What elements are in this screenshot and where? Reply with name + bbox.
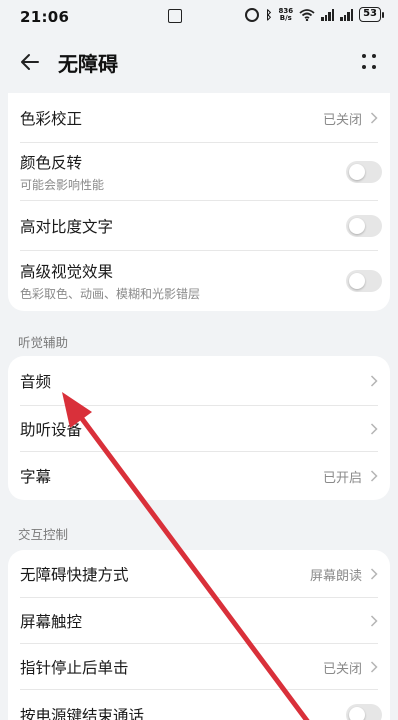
setting-audio[interactable]: 音频 bbox=[8, 356, 390, 406]
setting-label: 高级视觉效果 bbox=[20, 263, 114, 281]
setting-value: 已关闭 bbox=[322, 661, 362, 677]
signal-icon-1 bbox=[321, 8, 335, 21]
setting-subtitle: 色彩取色、动画、模糊和光影错层 bbox=[20, 287, 201, 301]
chevron-right-icon bbox=[370, 615, 378, 627]
setting-value: 已关闭 bbox=[322, 112, 362, 128]
interaction-settings-card: 无障碍快捷方式 屏幕朗读 屏幕触控 指针停止后单击 已关闭 按电源键结束通话 bbox=[8, 550, 390, 720]
setting-label: 按电源键结束通话 bbox=[20, 707, 145, 720]
setting-accessibility-shortcut[interactable]: 无障碍快捷方式 屏幕朗读 bbox=[8, 550, 390, 598]
setting-subtitles[interactable]: 字幕 已开启 bbox=[8, 452, 390, 500]
setting-label: 字幕 bbox=[20, 468, 52, 486]
setting-label: 屏幕触控 bbox=[20, 613, 83, 631]
setting-color-inversion[interactable]: 颜色反转 可能会影响性能 bbox=[8, 143, 390, 201]
setting-subtitle: 可能会影响性能 bbox=[20, 178, 105, 192]
battery-icon: 53 bbox=[359, 7, 384, 22]
high-contrast-toggle[interactable] bbox=[346, 215, 382, 237]
hearing-settings-card: 音频 助听设备 字幕 已开启 bbox=[8, 356, 390, 500]
chevron-right-icon bbox=[370, 470, 378, 482]
setting-value: 已开启 bbox=[322, 470, 362, 486]
setting-high-contrast-text[interactable]: 高对比度文字 bbox=[8, 201, 390, 251]
setting-label: 颜色反转 bbox=[20, 154, 83, 172]
setting-label: 助听设备 bbox=[20, 421, 83, 439]
advanced-visual-toggle[interactable] bbox=[346, 270, 382, 292]
vision-settings-card: 色彩校正 已关闭 颜色反转 可能会影响性能 高对比度文字 高级视觉效果 色彩取色… bbox=[8, 93, 390, 311]
setting-label: 指针停止后单击 bbox=[20, 659, 129, 677]
bluetooth-icon: ᛒ bbox=[265, 7, 273, 22]
color-inversion-toggle[interactable] bbox=[346, 161, 382, 183]
setting-screen-touch[interactable]: 屏幕触控 bbox=[8, 598, 390, 644]
setting-label: 无障碍快捷方式 bbox=[20, 566, 129, 584]
setting-label: 音频 bbox=[20, 373, 52, 391]
setting-label: 色彩校正 bbox=[20, 110, 83, 128]
chevron-right-icon bbox=[370, 423, 378, 435]
setting-color-correction[interactable]: 色彩校正 已关闭 bbox=[8, 93, 390, 143]
setting-advanced-visual-effects[interactable]: 高级视觉效果 色彩取色、动画、模糊和光影错层 bbox=[8, 251, 390, 311]
wifi-icon bbox=[299, 8, 315, 21]
setting-dwell-click[interactable]: 指针停止后单击 已关闭 bbox=[8, 644, 390, 690]
setting-label: 高对比度文字 bbox=[20, 218, 114, 236]
status-time: 21:06 bbox=[20, 8, 70, 26]
back-arrow-icon[interactable] bbox=[18, 50, 42, 74]
page-title: 无障碍 bbox=[58, 52, 118, 76]
power-button-end-call-toggle[interactable] bbox=[346, 704, 382, 720]
signal-icon-2 bbox=[340, 8, 354, 21]
section-title-interaction: 交互控制 bbox=[18, 527, 69, 542]
setting-hearing-aids[interactable]: 助听设备 bbox=[8, 406, 390, 452]
chevron-right-icon bbox=[370, 112, 378, 124]
more-options-icon[interactable] bbox=[362, 52, 378, 72]
section-title-hearing: 听觉辅助 bbox=[18, 335, 69, 350]
network-speed: 836 B/s bbox=[278, 7, 293, 22]
chevron-right-icon bbox=[370, 661, 378, 673]
battery-level: 53 bbox=[359, 7, 381, 22]
chevron-right-icon bbox=[370, 568, 378, 580]
app-header: 无障碍 bbox=[0, 34, 398, 90]
setting-power-button-ends-call[interactable]: 按电源键结束通话 bbox=[8, 690, 390, 720]
setting-value: 屏幕朗读 bbox=[309, 568, 362, 584]
status-icons: ᛒ 836 B/s 53 bbox=[245, 7, 384, 22]
status-bar: 21:06 ᛒ 836 B/s 53 bbox=[0, 0, 398, 34]
alarm-icon bbox=[245, 7, 260, 22]
chevron-right-icon bbox=[370, 375, 378, 387]
network-speed-unit: B/s bbox=[279, 13, 292, 22]
nfc-icon bbox=[168, 9, 182, 23]
